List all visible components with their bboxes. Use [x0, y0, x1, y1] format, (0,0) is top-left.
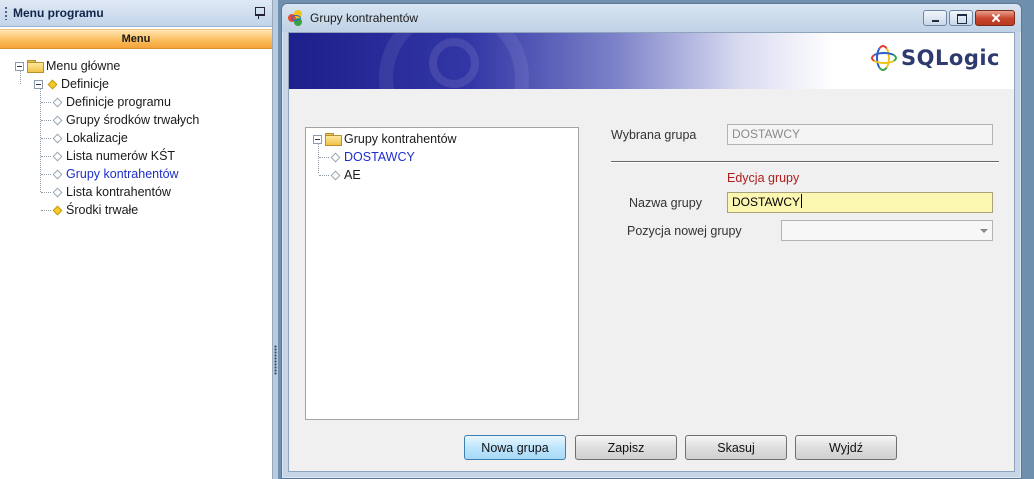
leaf-icon: [52, 187, 63, 197]
exit-button[interactable]: Wyjdź: [795, 435, 897, 460]
tree-item-label: Lista kontrahentów: [66, 185, 171, 199]
panel-splitter[interactable]: [273, 0, 278, 479]
menu-panel: Menu programu Menu Menu główne Definicje…: [0, 0, 273, 479]
node-icon: [47, 79, 58, 89]
tree-item-definicje[interactable]: Definicje: [0, 75, 272, 93]
tree-item-lokalizacje[interactable]: Lokalizacje: [0, 129, 272, 147]
grip-icon[interactable]: [4, 6, 8, 20]
selected-group-label: Wybrana grupa: [611, 128, 697, 142]
app-icon: [288, 10, 304, 26]
leaf-icon: [52, 97, 63, 107]
leaf-icon: [52, 169, 63, 179]
maximize-icon[interactable]: [949, 10, 973, 26]
tree-item-dostawcy[interactable]: DOSTAWCY: [306, 148, 578, 166]
tree-item-label: Definicje: [61, 77, 109, 91]
dialog-client: SQLogic Grupy kontrahentów DOSTAWCY AE W…: [288, 32, 1015, 472]
tree-item-label: Lokalizacje: [66, 131, 128, 145]
form-separator: [611, 161, 999, 163]
tree-item-label: Środki trwałe: [66, 203, 139, 217]
group-tree[interactable]: Grupy kontrahentów DOSTAWCY AE: [305, 127, 579, 420]
tree-item-label: Lista numerów KŚT: [66, 149, 176, 163]
group-name-label: Nazwa grupy: [629, 196, 702, 210]
chevron-down-icon[interactable]: [976, 221, 992, 240]
tree-item-label: Menu główne: [46, 59, 121, 73]
text-caret: [801, 194, 802, 208]
save-button[interactable]: Zapisz: [575, 435, 677, 460]
collapse-icon[interactable]: [34, 79, 43, 89]
tree-item-grupy-srodkow-trwalych[interactable]: Grupy środków trwałych: [0, 111, 272, 129]
sqlogic-logo: SQLogic: [871, 45, 1000, 71]
tree-item-menu-glowne[interactable]: Menu główne: [0, 57, 272, 75]
menu-panel-title: Menu programu: [13, 6, 104, 20]
tree-item-lista-numerow-kst[interactable]: Lista numerów KŚT: [0, 147, 272, 165]
leaf-icon: [52, 115, 63, 125]
dialog-titlebar[interactable]: Grupy kontrahentów: [282, 4, 1021, 32]
collapse-icon[interactable]: [313, 134, 322, 144]
tree-item-grupy-kontrahentow[interactable]: Grupy kontrahentów: [0, 165, 272, 183]
pin-icon[interactable]: [252, 6, 266, 20]
leaf-icon: [52, 151, 63, 161]
dialog-banner: SQLogic: [289, 33, 1014, 89]
tree-item-ae[interactable]: AE: [306, 166, 578, 184]
dialog-window: Grupy kontrahentów SQLogic Grupy kontrah…: [281, 3, 1022, 479]
tree-item-grupy-kontrahentow-root[interactable]: Grupy kontrahentów: [306, 130, 578, 148]
tree-item-label: Grupy kontrahentów: [344, 132, 457, 146]
selected-group-field: DOSTAWCY: [727, 124, 993, 145]
tree-item-srodki-trwale[interactable]: Środki trwałe: [0, 201, 272, 219]
position-combobox[interactable]: [781, 220, 993, 241]
menu-panel-header: Menu programu: [0, 0, 272, 27]
position-label: Pozycja nowej grupy: [627, 224, 742, 238]
folder-icon: [27, 60, 44, 73]
tree-item-label: AE: [344, 168, 361, 182]
group-name-value: DOSTAWCY: [732, 195, 800, 209]
delete-button[interactable]: Skasuj: [685, 435, 787, 460]
menu-band[interactable]: Menu: [0, 29, 272, 49]
tree-item-label: Grupy kontrahentów: [66, 167, 179, 181]
minimize-icon[interactable]: [923, 10, 947, 26]
close-icon[interactable]: [975, 10, 1015, 26]
folder-icon: [325, 133, 342, 146]
tree-item-lista-kontrahentow[interactable]: Lista kontrahentów: [0, 183, 272, 201]
group-name-input[interactable]: DOSTAWCY: [727, 192, 993, 213]
dialog-title: Grupy kontrahentów: [310, 11, 419, 25]
collapse-icon[interactable]: [15, 61, 24, 71]
tree-item-label: Grupy środków trwałych: [66, 113, 200, 127]
tree-item-label: DOSTAWCY: [344, 150, 415, 164]
leaf-icon: [52, 133, 63, 143]
new-group-button[interactable]: Nowa grupa: [464, 435, 566, 460]
gear-decoration: [429, 38, 479, 88]
tree-item-label: Definicje programu: [66, 95, 171, 109]
logo-text: SQLogic: [901, 46, 1000, 70]
tree-item-definicje-programu[interactable]: Definicje programu: [0, 93, 272, 111]
leaf-icon: [330, 152, 341, 162]
node-icon: [52, 205, 63, 215]
leaf-icon: [330, 170, 341, 180]
menu-tree: Menu główne Definicje Definicje programu…: [0, 57, 272, 219]
edit-section-title: Edycja grupy: [727, 171, 800, 185]
sqlogic-logo-icon: [871, 45, 898, 71]
